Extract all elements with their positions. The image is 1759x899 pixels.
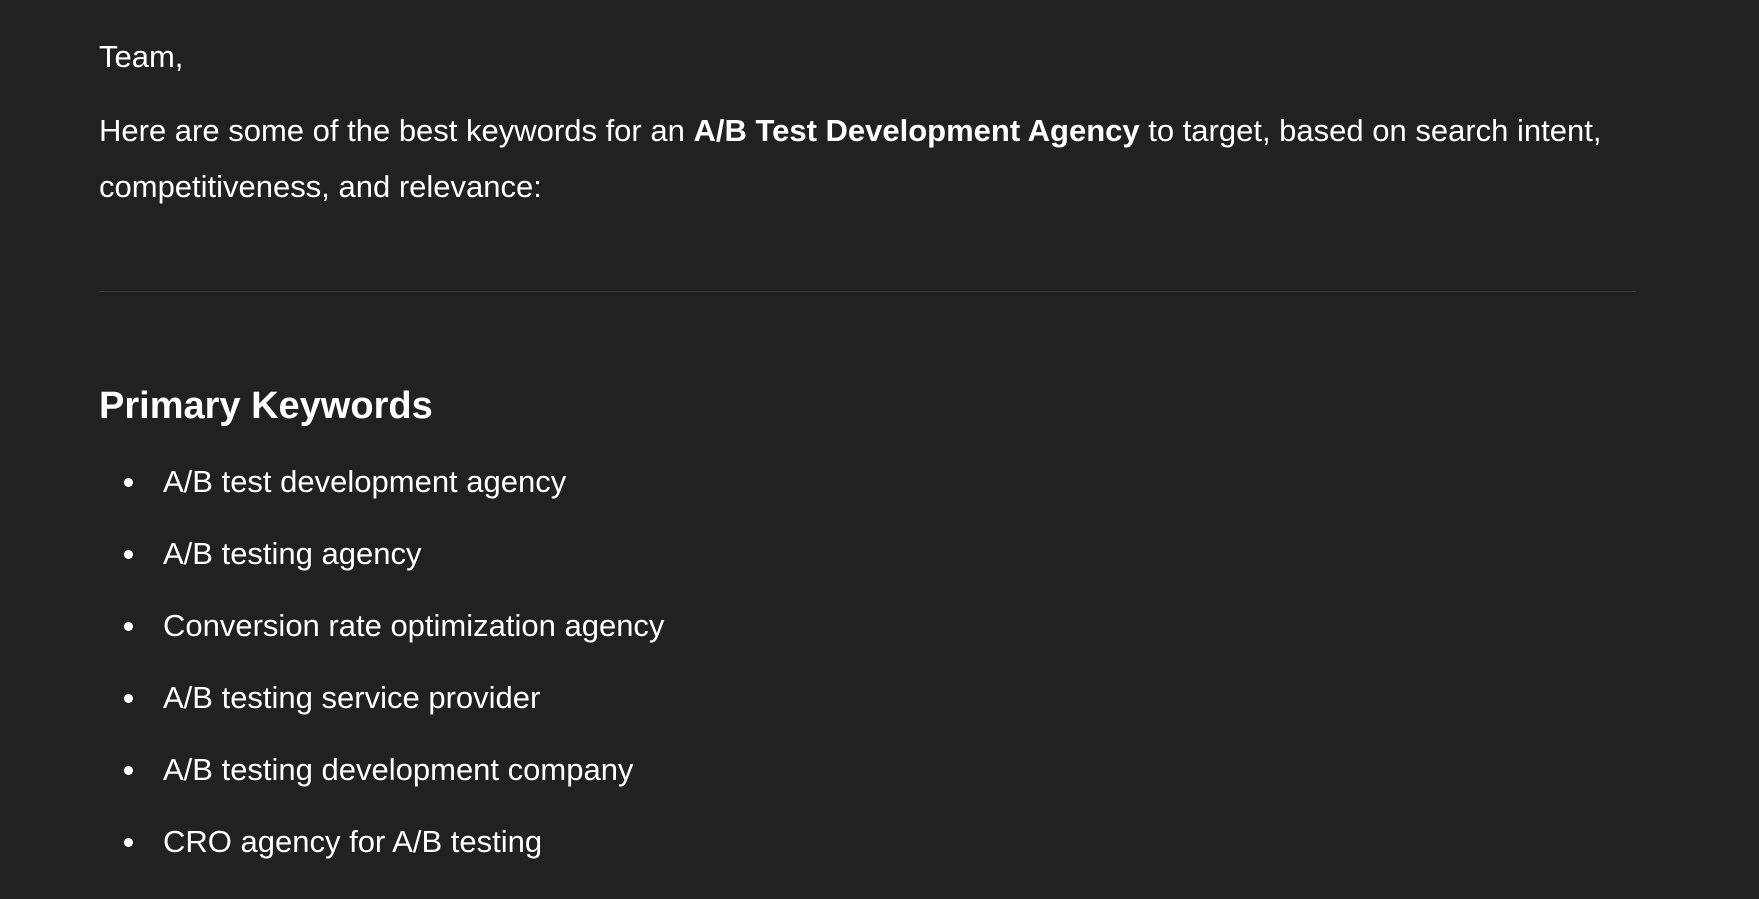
bullet-icon xyxy=(124,694,133,703)
intro-text-before: Here are some of the best keywords for a… xyxy=(99,113,694,148)
keyword-text: CRO agency for A/B testing xyxy=(163,824,543,859)
keyword-text: A/B testing service provider xyxy=(163,680,541,715)
bullet-icon xyxy=(124,766,133,775)
intro-emphasis: A/B Test Development Agency xyxy=(693,113,1140,148)
intro-paragraph: Here are some of the best keywords for a… xyxy=(99,103,1636,215)
section-divider xyxy=(99,291,1636,292)
section-heading: Primary Keywords xyxy=(99,385,433,427)
bullet-icon xyxy=(124,622,133,631)
bullet-icon xyxy=(124,550,133,559)
keyword-text: A/B test development agency xyxy=(163,464,567,499)
bullet-icon xyxy=(124,478,133,487)
keyword-text: A/B testing agency xyxy=(163,536,422,571)
keyword-text: A/B testing development company xyxy=(163,752,634,787)
greeting-text: Team, xyxy=(99,39,184,74)
bullet-icon xyxy=(124,838,133,847)
keyword-text: Conversion rate optimization agency xyxy=(163,608,665,643)
